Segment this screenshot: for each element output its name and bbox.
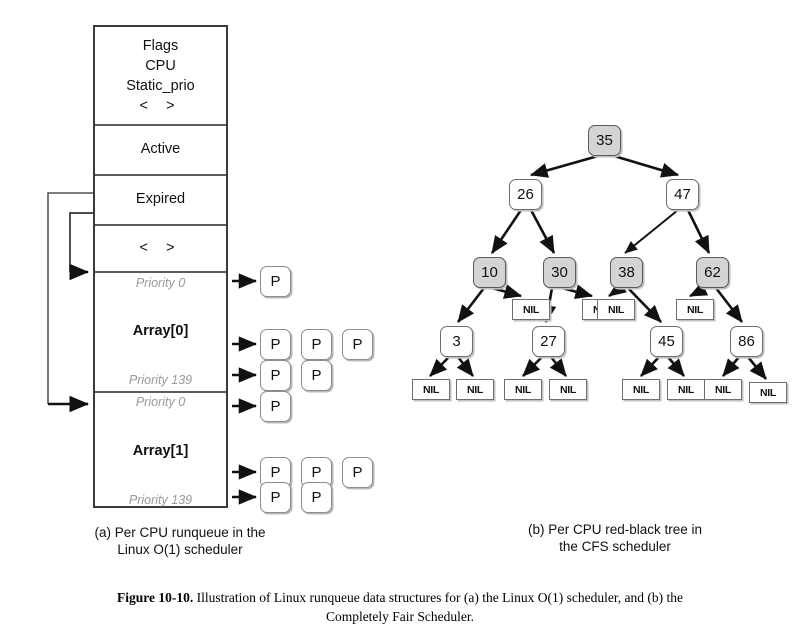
row-pointer-label: < > — [139, 239, 182, 256]
tree-node-47[interactable]: 47 — [666, 179, 699, 210]
figure-canvas: Flags CPU Static_prio < > Active Expired… — [0, 0, 795, 642]
task-box[interactable]: P — [260, 482, 291, 513]
tree-nil-leaf: NIL — [667, 379, 705, 400]
figure-caption-label: Figure 10-10. — [116, 590, 194, 605]
tree-node-30[interactable]: 30 — [543, 257, 576, 288]
tree-node-35[interactable]: 35 — [588, 125, 621, 156]
tree-nil-leaf: NIL — [676, 299, 714, 320]
field-cpu: CPU — [145, 57, 176, 74]
tree-node-26[interactable]: 26 — [509, 179, 542, 210]
task-box[interactable]: P — [260, 391, 291, 422]
array-0-block: Priority 0 Array[0] Priority 139 — [95, 271, 226, 391]
feedback-arrow-expired — [69, 212, 93, 272]
field-static-prio: Static_prio — [126, 77, 195, 94]
tree-nil-leaf: NIL — [456, 379, 494, 400]
array-1-name: Array[1] — [132, 442, 189, 459]
task-box[interactable]: P — [301, 329, 332, 360]
panel-a-caption: (a) Per CPU runqueue in the Linux O(1) s… — [55, 524, 305, 558]
row-active: Active — [95, 124, 226, 174]
tree-nil-leaf: NIL — [704, 379, 742, 400]
task-box[interactable]: P — [301, 360, 332, 391]
tree-nil-leaf: NIL — [749, 382, 787, 403]
tree-node-27[interactable]: 27 — [532, 326, 565, 357]
field-pointer-row: < > — [139, 97, 182, 114]
runqueue-box: Flags CPU Static_prio < > Active Expired… — [93, 25, 228, 508]
field-flags: Flags — [142, 37, 179, 54]
tree-node-10[interactable]: 10 — [473, 257, 506, 288]
array-0-priority-bottom: Priority 139 — [128, 373, 193, 387]
row-active-label: Active — [140, 141, 181, 157]
tree-node-38[interactable]: 38 — [610, 257, 643, 288]
runqueue-list-arrows — [232, 273, 257, 505]
array-0-name: Array[0] — [132, 323, 189, 339]
tree-node-86[interactable]: 86 — [730, 326, 763, 357]
panel-b-caption-line1: (b) Per CPU red-black tree in — [527, 522, 703, 537]
row-expired-label: Expired — [135, 191, 186, 207]
row-pointer: < > — [95, 224, 226, 271]
task-box[interactable]: P — [301, 482, 332, 513]
array-0-priority-top: Priority 0 — [135, 276, 186, 290]
tree-nil-leaf: NIL — [549, 379, 587, 400]
array-1-priority-top: Priority 0 — [135, 395, 186, 409]
array-1-priority-bottom: Priority 139 — [128, 493, 193, 507]
task-box[interactable]: P — [260, 360, 291, 391]
panel-b-caption-line2: the CFS scheduler — [559, 539, 671, 554]
figure-caption-text: Illustration of Linux runqueue data stru… — [193, 590, 684, 624]
tree-node-45[interactable]: 45 — [650, 326, 683, 357]
panel-a-caption-line2: Linux O(1) scheduler — [117, 542, 243, 557]
tree-nil-leaf: NIL — [512, 299, 550, 320]
tree-nil-leaf: NIL — [622, 379, 660, 400]
tree-node-62[interactable]: 62 — [696, 257, 729, 288]
task-box[interactable]: P — [342, 457, 373, 488]
figure-caption: Figure 10-10. Illustration of Linux runq… — [95, 588, 705, 626]
tree-nil-leaf: NIL — [504, 379, 542, 400]
row-expired: Expired — [95, 174, 226, 224]
panel-b-caption: (b) Per CPU red-black tree in the CFS sc… — [490, 521, 740, 555]
panel-a-caption-line1: (a) Per CPU runqueue in the — [94, 525, 266, 540]
runqueue-header: Flags CPU Static_prio < > — [95, 27, 226, 124]
tree-nil-leaf: NIL — [597, 299, 635, 320]
task-box[interactable]: P — [260, 329, 291, 360]
task-box[interactable]: P — [342, 329, 373, 360]
tree-nil-leaf: NIL — [412, 379, 450, 400]
task-box[interactable]: P — [260, 266, 291, 297]
tree-node-3[interactable]: 3 — [440, 326, 473, 357]
array-1-block: Priority 0 Array[1] Priority 139 — [95, 391, 226, 510]
